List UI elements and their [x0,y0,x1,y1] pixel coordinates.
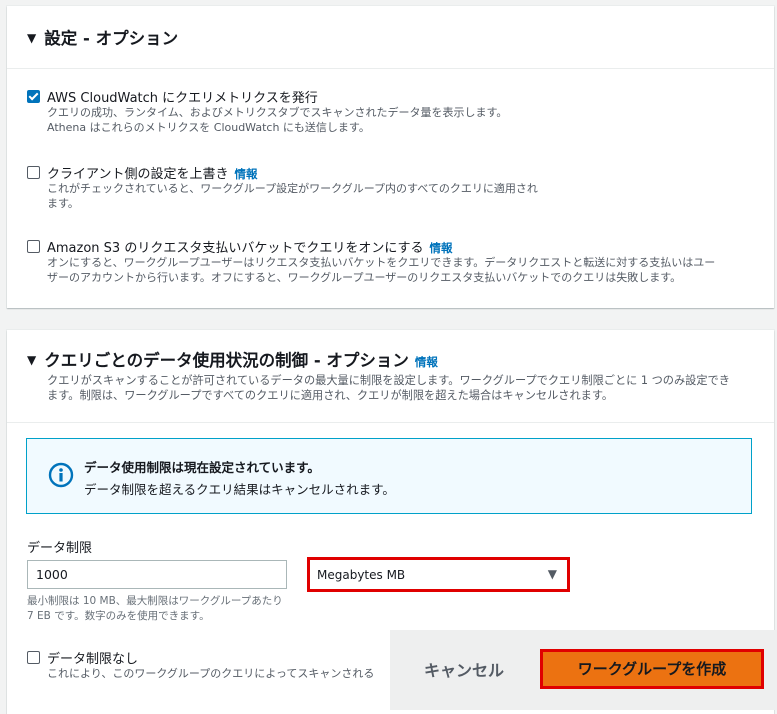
requester-pays-description: オンにすると、ワークグループユーザーはリクエスタ支払いバケットをクエリできます。… [47,256,716,284]
override-client-settings-checkbox[interactable] [27,166,40,179]
requester-pays-checkbox[interactable] [27,240,40,253]
data-limit-unit-select[interactable]: Megabytes MB ▼ [307,557,570,592]
settings-panel-header[interactable]: ▼ 設定 - オプション [7,6,774,69]
alert-text: データ制限を超えるクエリ結果はキャンセルされます。 [84,482,395,497]
data-usage-info-link[interactable]: 情報 [415,355,438,369]
data-usage-control-header[interactable]: ▼ クエリごとのデータ使用状況の制御 - オプション 情報 クエリがスキャンすること… [7,330,774,423]
settings-panel: ▼ 設定 - オプション AWS CloudWatch にクエリメトリクスを発行 … [7,6,774,308]
override-client-settings-label: クライアント側の設定を上書き 情報 [47,167,258,182]
override-info-link[interactable]: 情報 [234,167,257,181]
requester-pays-info-link[interactable]: 情報 [429,241,452,255]
create-workgroup-button[interactable]: ワークグループを作成 [540,649,764,689]
settings-title[interactable]: ▼ 設定 - オプション [27,25,178,49]
data-usage-control-title[interactable]: ▼ クエリごとのデータ使用状況の制御 - オプション 情報 [27,347,438,371]
caret-down-icon[interactable]: ▼ [27,31,36,45]
no-data-limit-label: データ制限なし [47,652,139,667]
data-limit-constraint: 最小制限は 10 MB、最大制限はワークグループあたり 7 EB です。数字のみ… [27,595,283,622]
alert-title: データ使用制限は現在設定されています。 [84,460,320,475]
data-limit-input[interactable]: 1000 [27,560,287,589]
footer-actions: キャンセル ワークグループを作成 [390,630,777,710]
cloudwatch-metrics-description: クエリの成功、ランタイム、およびメトリクスタブでスキャンされたデータ量を表示しま… [47,106,508,134]
info-circle-icon [48,462,74,488]
override-client-settings-description: これがチェックされていると、ワークグループ設定がワークグループ内のすべてのクエリ… [47,182,538,210]
unit-select-value: Megabytes MB [317,568,406,582]
caret-down-icon[interactable]: ▼ [27,353,36,367]
data-limit-info-alert: データ使用制限は現在設定されています。 データ制限を超えるクエリ結果はキャンセル… [26,438,752,514]
data-usage-control-description: クエリがスキャンすることが許可されているデータの最大量に制限を設定します。ワーク… [47,374,730,402]
cancel-button[interactable]: キャンセル [408,652,520,690]
cloudwatch-metrics-label: AWS CloudWatch にクエリメトリクスを発行 [47,91,318,106]
no-data-limit-checkbox[interactable] [27,651,40,664]
cloudwatch-metrics-checkbox[interactable] [27,90,40,103]
caret-down-icon: ▼ [547,567,557,581]
data-limit-label: データ制限 [27,541,93,556]
requester-pays-label: Amazon S3 のリクエスタ支払いバケットでクエリをオンにする 情報 [47,241,453,256]
